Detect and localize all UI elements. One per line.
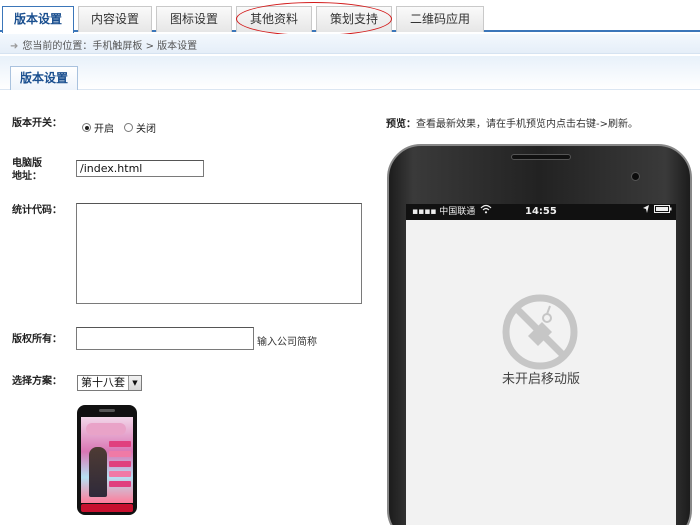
carrier-name: ▪▪▪▪ 中国联通 (412, 207, 476, 217)
scheme-label: 选择方案： (12, 376, 62, 387)
preview-label: 预览： (386, 119, 416, 130)
scheme-select-value: 第十八套 (81, 376, 125, 389)
tab-other-info[interactable]: 其他资料 (236, 6, 312, 32)
radio-icon[interactable] (82, 123, 91, 132)
tab-version-settings[interactable]: 版本设置 (2, 6, 74, 33)
section-header: 版本设置 (0, 56, 700, 90)
pc-url-label: 电脑版 地址： (12, 157, 42, 183)
radio-off[interactable]: 关闭 (124, 120, 156, 135)
thumb-speaker (99, 409, 115, 412)
tab-qrcode-app[interactable]: 二维码应用 (396, 6, 484, 32)
location-icon (642, 204, 650, 220)
battery-icon (654, 204, 672, 220)
thumb-menu-bar (109, 471, 131, 477)
tab-icon-settings[interactable]: 图标设置 (156, 6, 232, 32)
copyright-label: 版权所有： (12, 334, 62, 345)
thumb-menu-bar (109, 451, 131, 457)
dropdown-arrow-icon[interactable]: ▼ (128, 376, 141, 390)
copyright-hint: 输入公司简称 (257, 337, 317, 348)
breadcrumb-path[interactable]: 手机触屏板 > 版本设置 (92, 41, 197, 52)
pc-url-input[interactable]: /index.html (76, 160, 204, 177)
pc-url-label-line2: 地址： (12, 171, 42, 182)
radio-icon[interactable] (124, 123, 133, 132)
radio-off-label: 关闭 (136, 124, 156, 135)
thumb-menu-bar (109, 461, 131, 467)
section-title: 版本设置 (10, 66, 78, 90)
thumb-footer (81, 504, 133, 512)
thumb-menu-bar (109, 481, 131, 487)
breadcrumb-bar: ➜ 您当前的位置：手机触屏板 > 版本设置 (0, 34, 700, 54)
breadcrumb-prefix: 您当前的位置： (22, 41, 93, 52)
tab-bar: 版本设置 内容设置 图标设置 其他资料 策划支持 二维码应用 (0, 0, 700, 36)
wifi-icon (480, 204, 492, 220)
disabled-icon (502, 294, 578, 370)
arrow-icon: ➜ (10, 41, 19, 52)
scheme-select[interactable]: 第十八套 ▼ (77, 375, 142, 391)
radio-on-label: 开启 (94, 124, 114, 135)
status-time: 14:55 (525, 206, 557, 217)
stats-code-label: 统计代码： (12, 205, 62, 216)
thumb-logo (86, 423, 126, 435)
empty-state-text: 未开启移动版 (501, 372, 580, 387)
switch-label: 版本开关： (12, 118, 62, 129)
thumb-screen (81, 417, 133, 503)
breadcrumb: ➜ 您当前的位置：手机触屏板 > 版本设置 (10, 37, 197, 52)
thumb-figure (89, 447, 107, 497)
status-bar: ▪▪▪▪ 中国联通 14:55 (406, 204, 676, 220)
phone-preview: ▪▪▪▪ 中国联通 14:55 未开启移动版 (387, 144, 692, 525)
preview-caption: 预览：查看最新效果，请在手机预览内点击右键->刷新。 (386, 115, 638, 130)
pc-url-label-line1: 电脑版 (12, 158, 42, 169)
tab-planning-support[interactable]: 策划支持 (316, 6, 392, 32)
phone-camera (631, 172, 640, 181)
tab-content-settings[interactable]: 内容设置 (78, 6, 152, 32)
copyright-input[interactable] (76, 327, 254, 350)
preview-hint: 查看最新效果，请在手机预览内点击右键->刷新。 (416, 119, 638, 130)
phone-screen[interactable]: ▪▪▪▪ 中国联通 14:55 未开启移动版 (406, 204, 676, 525)
thumb-menu-bar (109, 441, 131, 447)
phone-speaker (511, 154, 571, 160)
radio-on[interactable]: 开启 (82, 120, 114, 135)
scheme-thumbnail (77, 405, 137, 515)
stats-code-textarea[interactable] (76, 203, 362, 304)
